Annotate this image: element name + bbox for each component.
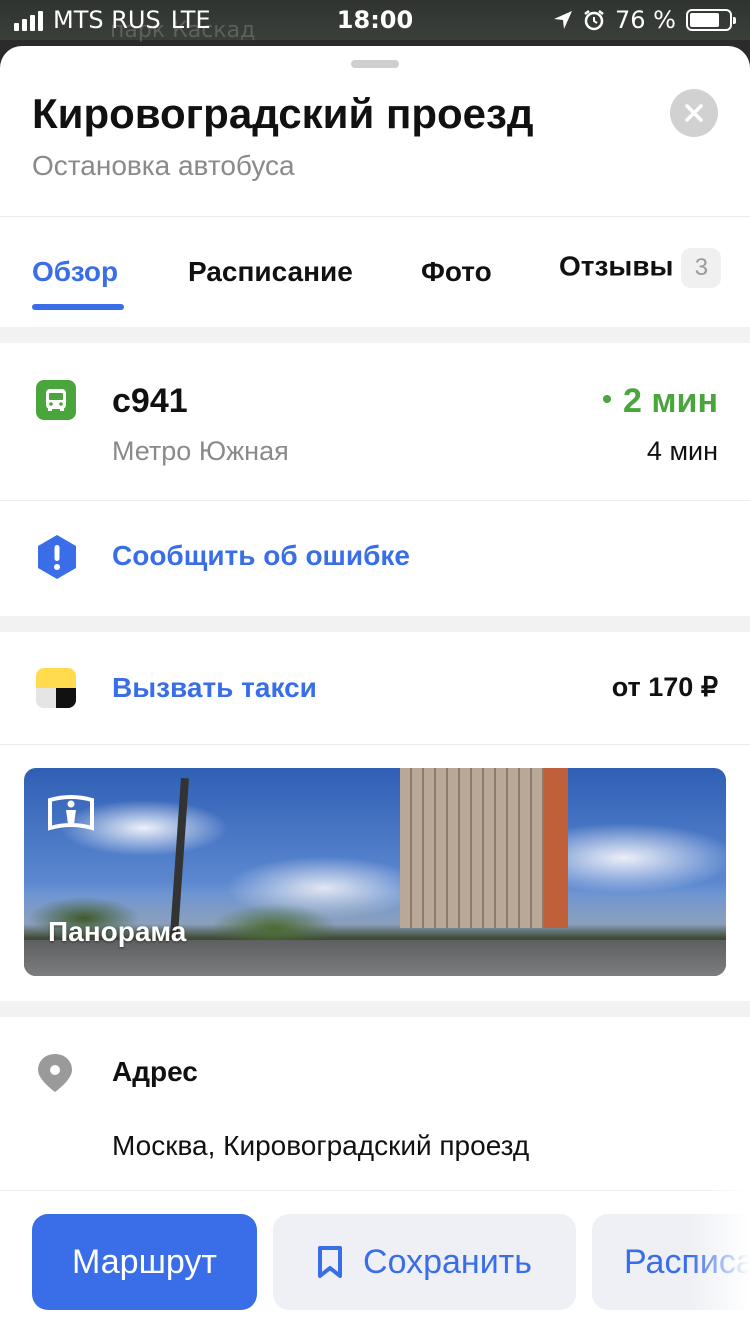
panorama-preview[interactable]: Панорама bbox=[24, 768, 726, 976]
panorama-building bbox=[400, 768, 550, 928]
alert-hexagon-icon bbox=[36, 534, 78, 585]
reviews-count-badge: 3 bbox=[681, 248, 722, 288]
save-button[interactable]: Сохранить bbox=[273, 1214, 576, 1310]
yandex-taxi-icon bbox=[36, 668, 76, 708]
close-button[interactable] bbox=[670, 89, 718, 137]
tab-schedule[interactable]: Расписание bbox=[188, 256, 353, 288]
divider bbox=[0, 1190, 750, 1191]
tab-reviews-label: Отзывы bbox=[559, 250, 674, 282]
route-number[interactable]: с941 bbox=[112, 382, 188, 421]
sheet-grabber[interactable] bbox=[351, 60, 399, 68]
address-label: Адрес bbox=[112, 1056, 198, 1087]
save-button-label: Сохранить bbox=[363, 1242, 532, 1281]
status-right: 76 % bbox=[553, 6, 736, 34]
tab-overview[interactable]: Обзор bbox=[32, 256, 118, 288]
alarm-icon bbox=[584, 10, 604, 31]
battery-icon bbox=[686, 9, 736, 31]
tab-reviews[interactable]: Отзывы 3 bbox=[559, 248, 722, 288]
eta-main-value: 2 мин bbox=[623, 382, 718, 420]
panorama-icon bbox=[48, 794, 94, 839]
active-tab-indicator bbox=[32, 304, 124, 310]
stop-title: Кировоградский проезд bbox=[32, 90, 534, 137]
live-dot-icon bbox=[603, 395, 612, 404]
divider bbox=[0, 744, 750, 745]
bus-icon bbox=[36, 380, 76, 420]
bookmark-icon bbox=[318, 1246, 343, 1278]
report-error-link[interactable]: Сообщить об ошибке bbox=[112, 540, 410, 572]
eta-following-arrival: 4 мин bbox=[646, 436, 718, 466]
section-gap bbox=[0, 616, 750, 632]
taxi-price: от 170 ₽ bbox=[611, 672, 718, 702]
address-value[interactable]: Москва, Кировоградский проезд bbox=[112, 1130, 529, 1162]
call-taxi-link[interactable]: Вызвать такси bbox=[112, 672, 317, 704]
section-gap bbox=[0, 327, 750, 343]
tab-photo[interactable]: Фото bbox=[421, 256, 492, 288]
status-bar: парк Каскад MTS RUS LTE 18:00 76 % bbox=[0, 0, 750, 43]
location-arrow-icon bbox=[554, 11, 573, 29]
action-bar: Маршрут Сохранить Расписание bbox=[0, 1190, 750, 1334]
panorama-label: Панорама bbox=[48, 916, 187, 947]
stop-type: Остановка автобуса bbox=[32, 150, 295, 181]
route-destination: Метро Южная bbox=[112, 436, 289, 466]
close-icon bbox=[685, 104, 703, 122]
tab-bar: Обзор Расписание Фото Отзывы 3 bbox=[0, 216, 750, 328]
route-button-label: Маршрут bbox=[72, 1242, 217, 1281]
eta-next-arrival: 2 мин bbox=[603, 382, 718, 421]
divider bbox=[0, 500, 750, 501]
route-button[interactable]: Маршрут bbox=[32, 1214, 257, 1310]
place-card-sheet: Кировоградский проезд Остановка автобуса… bbox=[0, 46, 750, 1334]
scroll-fade bbox=[690, 1190, 750, 1334]
location-pin-icon bbox=[36, 1052, 74, 1099]
panorama-building-edge bbox=[544, 768, 568, 928]
battery-percent: 76 % bbox=[615, 6, 676, 34]
section-gap bbox=[0, 1001, 750, 1017]
